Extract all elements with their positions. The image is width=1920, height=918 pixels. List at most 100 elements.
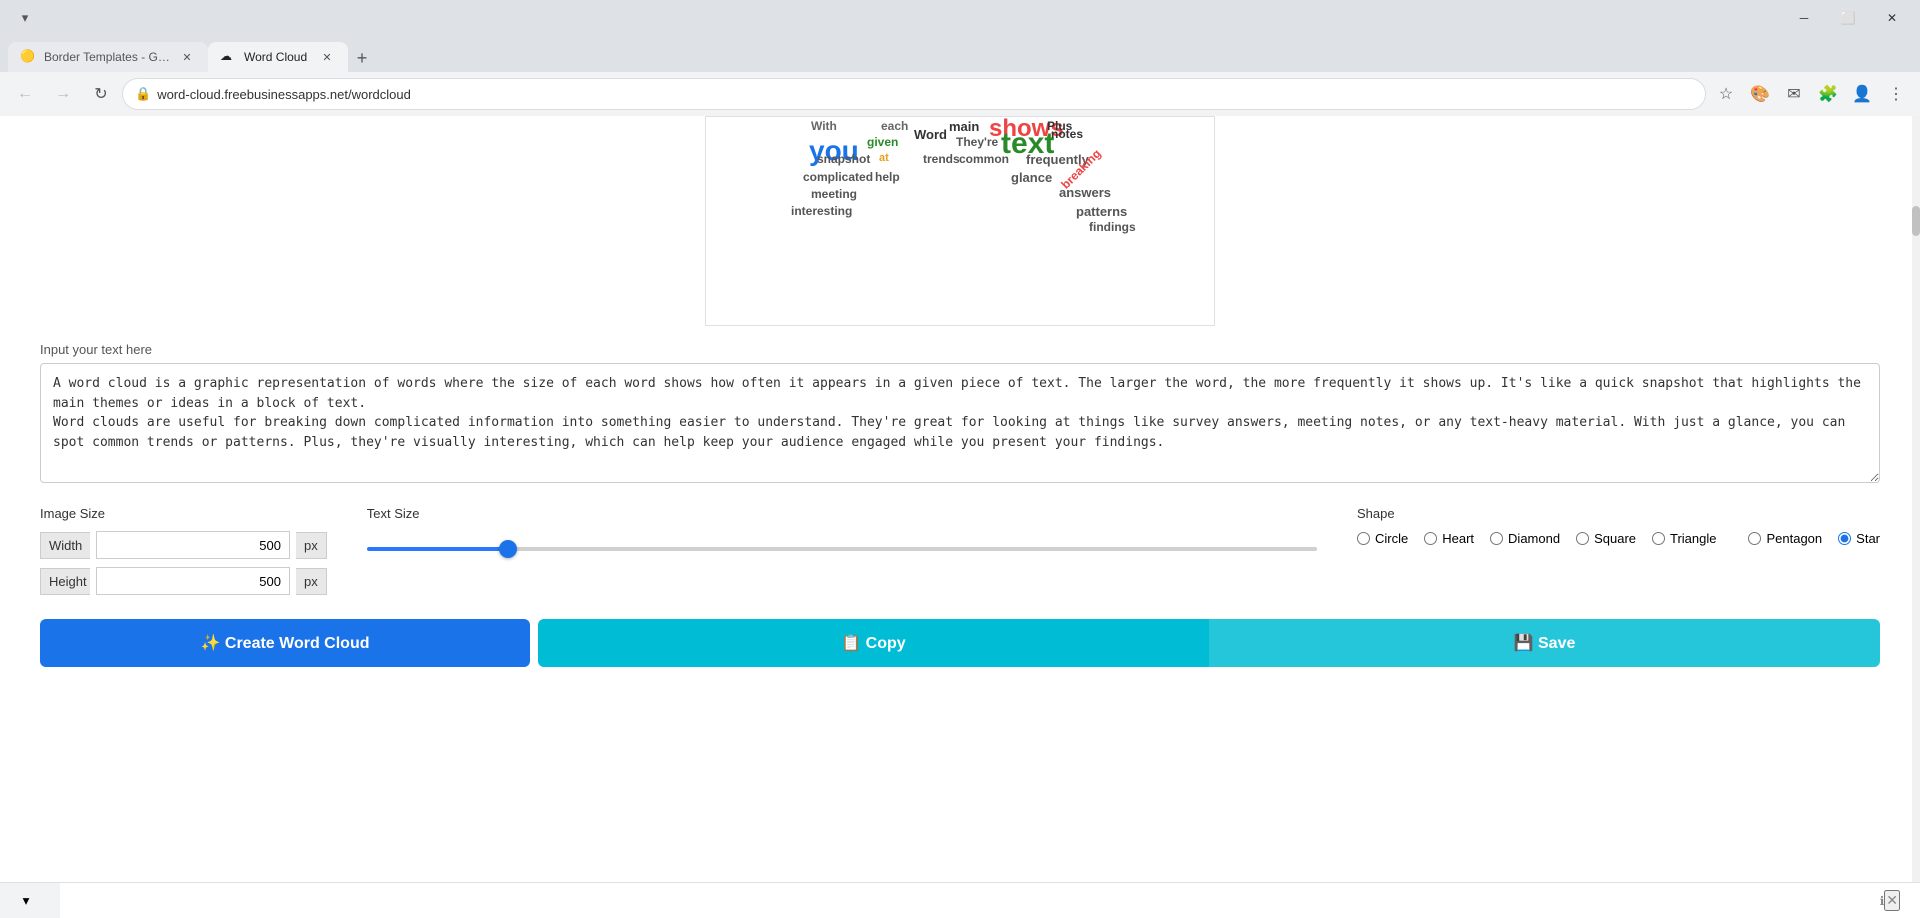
height-label: Height (40, 568, 90, 595)
word-patterns: patterns (1076, 204, 1127, 219)
tab-close-1[interactable]: ✕ (178, 48, 196, 66)
profile-button[interactable]: 👤 (1846, 78, 1878, 110)
text-size-slider[interactable] (367, 547, 1317, 551)
shape-section: Shape Circle Heart Diamond Square Triangle Pe… (1357, 506, 1880, 546)
shape-label-circle: Circle (1375, 531, 1408, 546)
shape-label-pentagon: Pentagon (1766, 531, 1822, 546)
nav-right-icons: ☆ 🎨 ✉ 🧩 👤 ⋮ (1710, 78, 1912, 110)
shape-label-heart: Heart (1442, 531, 1474, 546)
word-they're: They're (956, 135, 998, 149)
ad-bar: ℹ ✕ (60, 882, 1920, 918)
save-button[interactable]: 💾 Save (1209, 619, 1880, 667)
tab-title-2: Word Cloud (244, 50, 310, 64)
bottom-bar: ▾ ℹ ✕ (0, 882, 1920, 918)
extensions-button[interactable]: 🎨 (1744, 78, 1776, 110)
create-wordcloud-button[interactable]: ✨ Create Word Cloud (40, 619, 530, 667)
word-glance: glance (1011, 170, 1052, 185)
word-each: each (881, 119, 908, 133)
shape-label-diamond: Diamond (1508, 531, 1560, 546)
tab-border-templates[interactable]: 🟡 Border Templates - Google Slid ✕ (8, 42, 208, 72)
title-bar-left: ▾ (8, 1, 42, 35)
shape-radio-square[interactable] (1576, 532, 1589, 545)
word-main: main (949, 119, 979, 134)
page-content: WitheachmainshowsPlusyougivenWordThey're… (0, 116, 1920, 918)
word-answers: answers (1059, 185, 1111, 200)
word-complicated: complicated (803, 170, 873, 184)
shape-radio-diamond[interactable] (1490, 532, 1503, 545)
shape-radio-heart[interactable] (1424, 532, 1437, 545)
height-unit: px (296, 568, 327, 595)
controls-section: Image Size Width px Height px Text Size (40, 486, 1880, 619)
menu-button[interactable]: ⋮ (1880, 78, 1912, 110)
shape-label-triangle: Triangle (1670, 531, 1716, 546)
shape-label-square: Square (1594, 531, 1636, 546)
word-trends: trends (923, 152, 960, 166)
scrollbar[interactable] (1912, 116, 1920, 918)
width-unit: px (296, 532, 327, 559)
tab-title-1: Border Templates - Google Slid (44, 50, 170, 64)
save-label: 💾 Save (1514, 633, 1576, 653)
height-input[interactable] (96, 567, 290, 595)
new-tab-button[interactable]: + (348, 44, 376, 72)
shape-option-circle[interactable]: Circle (1357, 531, 1408, 546)
width-input[interactable] (96, 531, 290, 559)
shape-option-star[interactable]: Star (1838, 531, 1880, 546)
tabs-bar: 🟡 Border Templates - Google Slid ✕ ☁ Wor… (0, 36, 1920, 72)
copy-label: 📋 Copy (841, 633, 905, 653)
tab-menu-button[interactable]: ▾ (8, 1, 42, 35)
word-at: at (879, 152, 889, 164)
forward-button[interactable]: → (46, 77, 80, 111)
image-size-title: Image Size (40, 506, 327, 521)
slider-container (367, 531, 1317, 562)
shape-option-diamond[interactable]: Diamond (1490, 531, 1560, 546)
wordcloud-preview: WitheachmainshowsPlusyougivenWordThey're… (40, 116, 1880, 326)
shape-option-square[interactable]: Square (1576, 531, 1636, 546)
minimize-button[interactable]: ─ (1784, 0, 1824, 36)
word-meeting: meeting (811, 187, 857, 201)
shape-radio-pentagon[interactable] (1748, 532, 1761, 545)
shape-options: Circle Heart Diamond Square Triangle Pentagon… (1357, 531, 1880, 546)
chevron-down-icon: ▾ (23, 893, 30, 909)
shape-label-star: Star (1856, 531, 1880, 546)
shape-option-triangle[interactable]: Triangle (1652, 531, 1716, 546)
back-button[interactable]: ← (8, 77, 42, 111)
width-row: Width px (40, 531, 327, 559)
tab-close-2[interactable]: ✕ (318, 48, 336, 66)
word-findings: findings (1089, 220, 1136, 234)
tab-word-cloud[interactable]: ☁ Word Cloud ✕ (208, 42, 348, 72)
bookmark-button[interactable]: ☆ (1710, 78, 1742, 110)
copy-button[interactable]: 📋 Copy (538, 619, 1209, 667)
input-section: Input your text here (40, 326, 1880, 486)
address-bar-container[interactable]: 🔒 (122, 78, 1706, 110)
word-interesting: interesting (791, 204, 852, 218)
bottom-toggle-button[interactable]: ▾ (12, 887, 40, 915)
text-size-title: Text Size (367, 506, 1317, 521)
shape-option-heart[interactable]: Heart (1424, 531, 1474, 546)
shape-radio-star[interactable] (1838, 532, 1851, 545)
scroll-thumb[interactable] (1912, 206, 1920, 236)
reload-button[interactable]: ↻ (84, 77, 118, 111)
text-input-area[interactable] (40, 363, 1880, 483)
shape-radio-triangle[interactable] (1652, 532, 1665, 545)
word-notes: notes (1051, 127, 1083, 141)
shape-option-pentagon[interactable]: Pentagon (1748, 531, 1822, 546)
ad-close-button[interactable]: ✕ (1884, 890, 1900, 911)
wordcloud-canvas: WitheachmainshowsPlusyougivenWordThey're… (705, 116, 1215, 326)
word-word: Word (914, 127, 947, 142)
buttons-section: ✨ Create Word Cloud 📋 Copy 💾 Save (40, 619, 1880, 687)
address-bar-input[interactable] (157, 87, 1693, 102)
secure-icon: 🔒 (135, 86, 151, 102)
word-common: common (959, 152, 1009, 166)
text-size-section: Text Size (367, 506, 1317, 562)
height-row: Height px (40, 567, 327, 595)
input-label: Input your text here (40, 342, 1880, 357)
extensions-puzzle-button[interactable]: 🧩 (1812, 78, 1844, 110)
mail-icon-button[interactable]: ✉ (1778, 78, 1810, 110)
word-with: With (811, 119, 837, 133)
maximize-button[interactable]: ⬜ (1828, 0, 1868, 36)
shape-radio-circle[interactable] (1357, 532, 1370, 545)
tab-favicon-2: ☁ (220, 49, 236, 65)
shape-title: Shape (1357, 506, 1880, 521)
word-help: help (875, 170, 900, 184)
close-button[interactable]: ✕ (1872, 0, 1912, 36)
